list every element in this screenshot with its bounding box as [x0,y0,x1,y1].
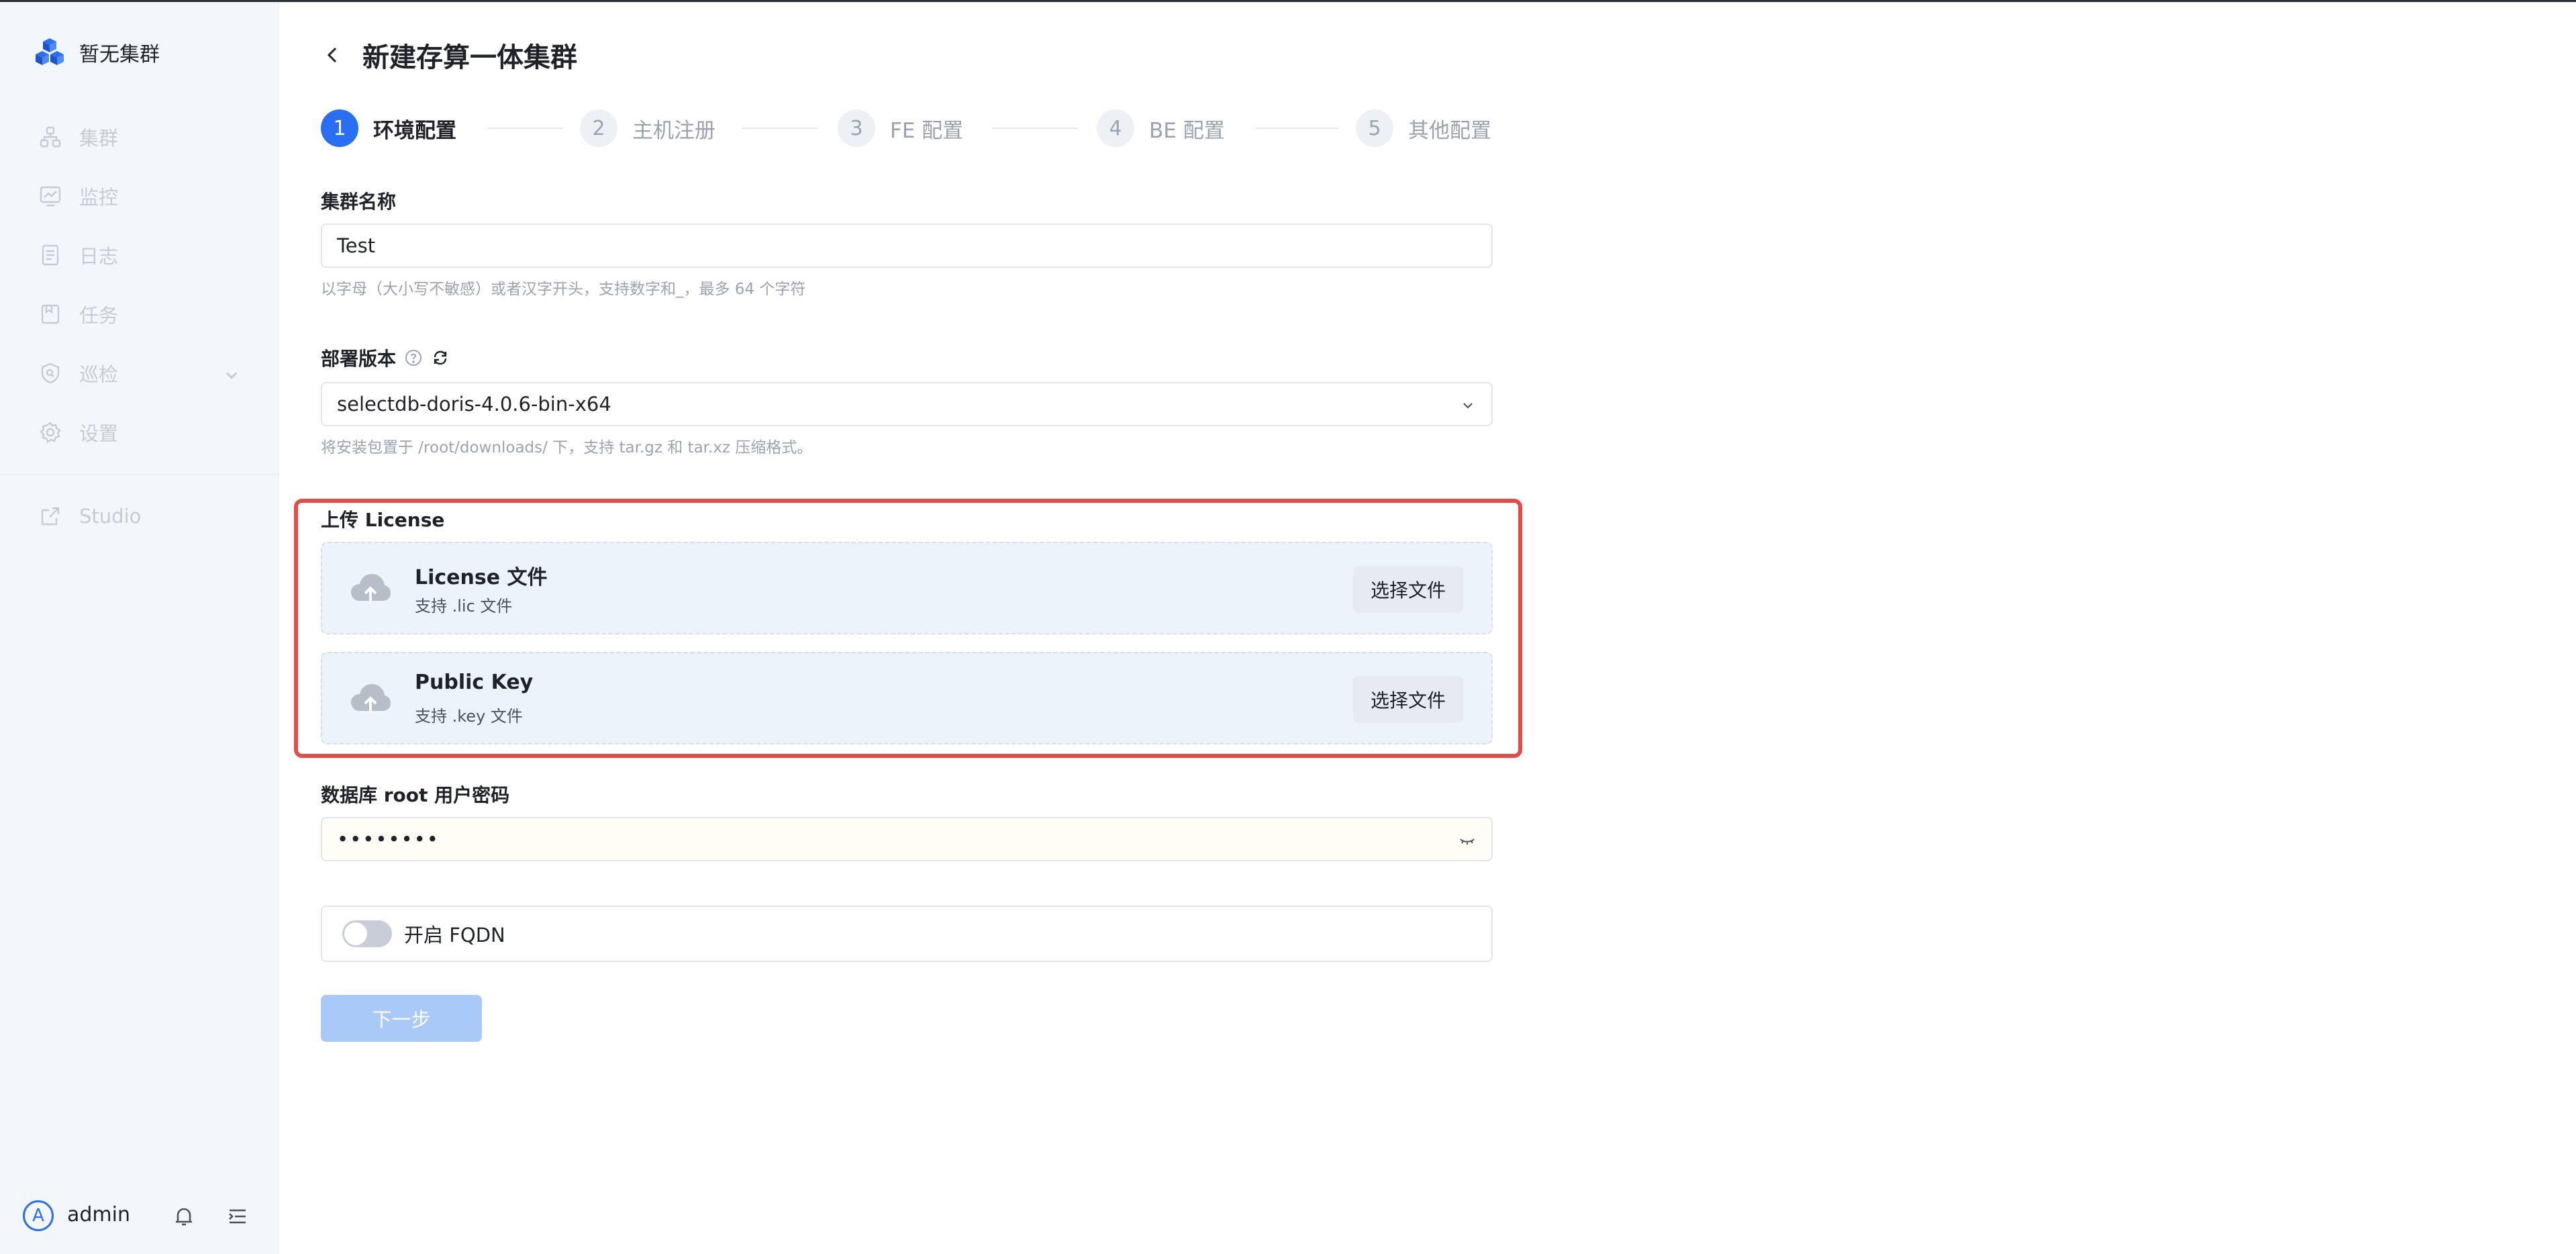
fqdn-toggle[interactable] [342,920,392,947]
step-3: 3 FE 配置 [838,108,963,148]
step-1: 1 环境配置 [321,108,456,148]
chevron-down-icon [1463,403,1473,409]
username[interactable]: admin [67,1203,130,1226]
settings-icon [40,422,61,443]
sidebar-item-settings[interactable]: 设置 [0,403,279,462]
user-bar: A admin [0,1180,279,1254]
brand[interactable]: 暂无集群 [34,36,160,69]
license-upload-card: License 文件 支持 .lic 文件 选择文件 [321,542,1493,634]
sidebar-item-label: 集群 [79,127,119,150]
choose-key-file-button[interactable]: 选择文件 [1353,676,1463,723]
bell-icon[interactable] [172,1204,196,1228]
sidebar-item-log[interactable]: 日志 [0,226,279,285]
public-key-upload-card: Public Key 支持 .key 文件 选择文件 [321,652,1493,744]
page-title: 新建存算一体集群 [362,42,577,73]
refresh-icon[interactable] [431,348,450,367]
step-4: 4 BE 配置 [1097,108,1225,148]
cluster-name-value: Test [337,234,376,257]
version-select[interactable]: selectdb-doris-4.0.6-bin-x64 [321,382,1493,426]
sidebar-item-monitor[interactable]: 监控 [0,166,279,226]
step-label: BE 配置 [1149,118,1225,143]
sidebar-item-label: 巡检 [79,363,119,386]
version-value: selectdb-doris-4.0.6-bin-x64 [337,393,611,416]
inspect-icon [41,363,60,384]
step-label: 环境配置 [373,118,456,143]
version-hint: 将安装包置于 /root/downloads/ 下，支持 tar.gz 和 ta… [321,439,813,456]
next-step-button[interactable]: 下一步 [321,995,482,1042]
back-arrow-icon[interactable] [321,43,345,67]
external-link-icon [41,507,60,526]
sidebar: 暂无集群 集群 监控 日志 任务 巡检 设置 Studio A admin [0,2,279,1254]
password-input[interactable]: •••••••• [321,817,1493,861]
main-content: 新建存算一体集群 1 环境配置 2 主机注册 3 FE 配置 4 BE 配置 5… [279,2,2576,1254]
eye-closed-icon[interactable] [1458,832,1477,849]
public-key-card-title: Public Key [415,671,534,694]
step-number: 4 [1097,109,1134,147]
sidebar-item-studio[interactable]: Studio [0,487,279,546]
sidebar-item-label: 任务 [79,304,119,327]
step-indicator: 1 环境配置 2 主机注册 3 FE 配置 4 BE 配置 5 其他配置 [321,108,1495,148]
sidebar-item-label: 监控 [79,186,119,209]
license-label: 上传 License [321,509,445,531]
fqdn-setting: 开启 FQDN [321,906,1493,962]
sidebar-item-task[interactable]: 任务 [0,285,279,344]
toggle-knob [344,922,367,945]
step-number: 5 [1356,109,1393,147]
cloud-upload-icon [351,574,391,604]
cubes-logo-icon [36,38,64,65]
cluster-icon [40,126,61,148]
current-cluster-name: 暂无集群 [79,43,160,66]
sidebar-divider [0,474,279,475]
sidebar-item-label: 日志 [79,245,119,268]
step-connector [992,128,1078,129]
step-connector [487,128,562,129]
version-label-row: 部署版本 [321,344,450,371]
page-header: 新建存算一体集群 [321,36,577,75]
monitor-icon [40,186,61,207]
log-icon [42,244,59,266]
step-connector [1255,128,1338,129]
collapse-menu-icon[interactable] [226,1204,250,1228]
step-number: 3 [838,109,875,147]
sidebar-item-label: Studio [79,505,142,528]
fqdn-label: 开启 FQDN [404,924,505,947]
sidebar-nav: 集群 监控 日志 任务 巡检 设置 Studio [0,107,279,546]
license-card-subtitle: 支持 .lic 文件 [415,597,513,616]
sidebar-item-label: 设置 [79,422,119,445]
cluster-name-label: 集群名称 [321,191,397,213]
chevron-down-icon [226,372,238,379]
step-label: 其他配置 [1408,118,1491,143]
cluster-name-hint: 以字母（大小写不敏感）或者汉字开头，支持数字和_，最多 64 个字符 [321,281,806,298]
help-icon[interactable] [404,348,423,367]
sidebar-item-inspect[interactable]: 巡检 [0,344,279,403]
step-connector [742,128,818,129]
avatar[interactable]: A [23,1200,54,1231]
step-number: 2 [580,109,617,147]
public-key-card-subtitle: 支持 .key 文件 [415,707,523,726]
step-label: FE 配置 [890,118,964,143]
version-label: 部署版本 [321,348,397,370]
password-label: 数据库 root 用户密码 [321,784,510,806]
cluster-name-input[interactable]: Test [321,224,1493,268]
choose-license-file-button[interactable]: 选择文件 [1353,566,1463,613]
step-label: 主机注册 [632,118,715,143]
step-number: 1 [321,109,358,147]
sidebar-item-cluster[interactable]: 集群 [0,107,279,166]
password-value: •••••••• [337,828,440,851]
task-icon [41,304,60,324]
license-card-title: License 文件 [415,566,548,589]
step-5: 5 其他配置 [1356,108,1491,148]
step-2: 2 主机注册 [580,108,715,148]
cloud-upload-icon [351,684,391,714]
